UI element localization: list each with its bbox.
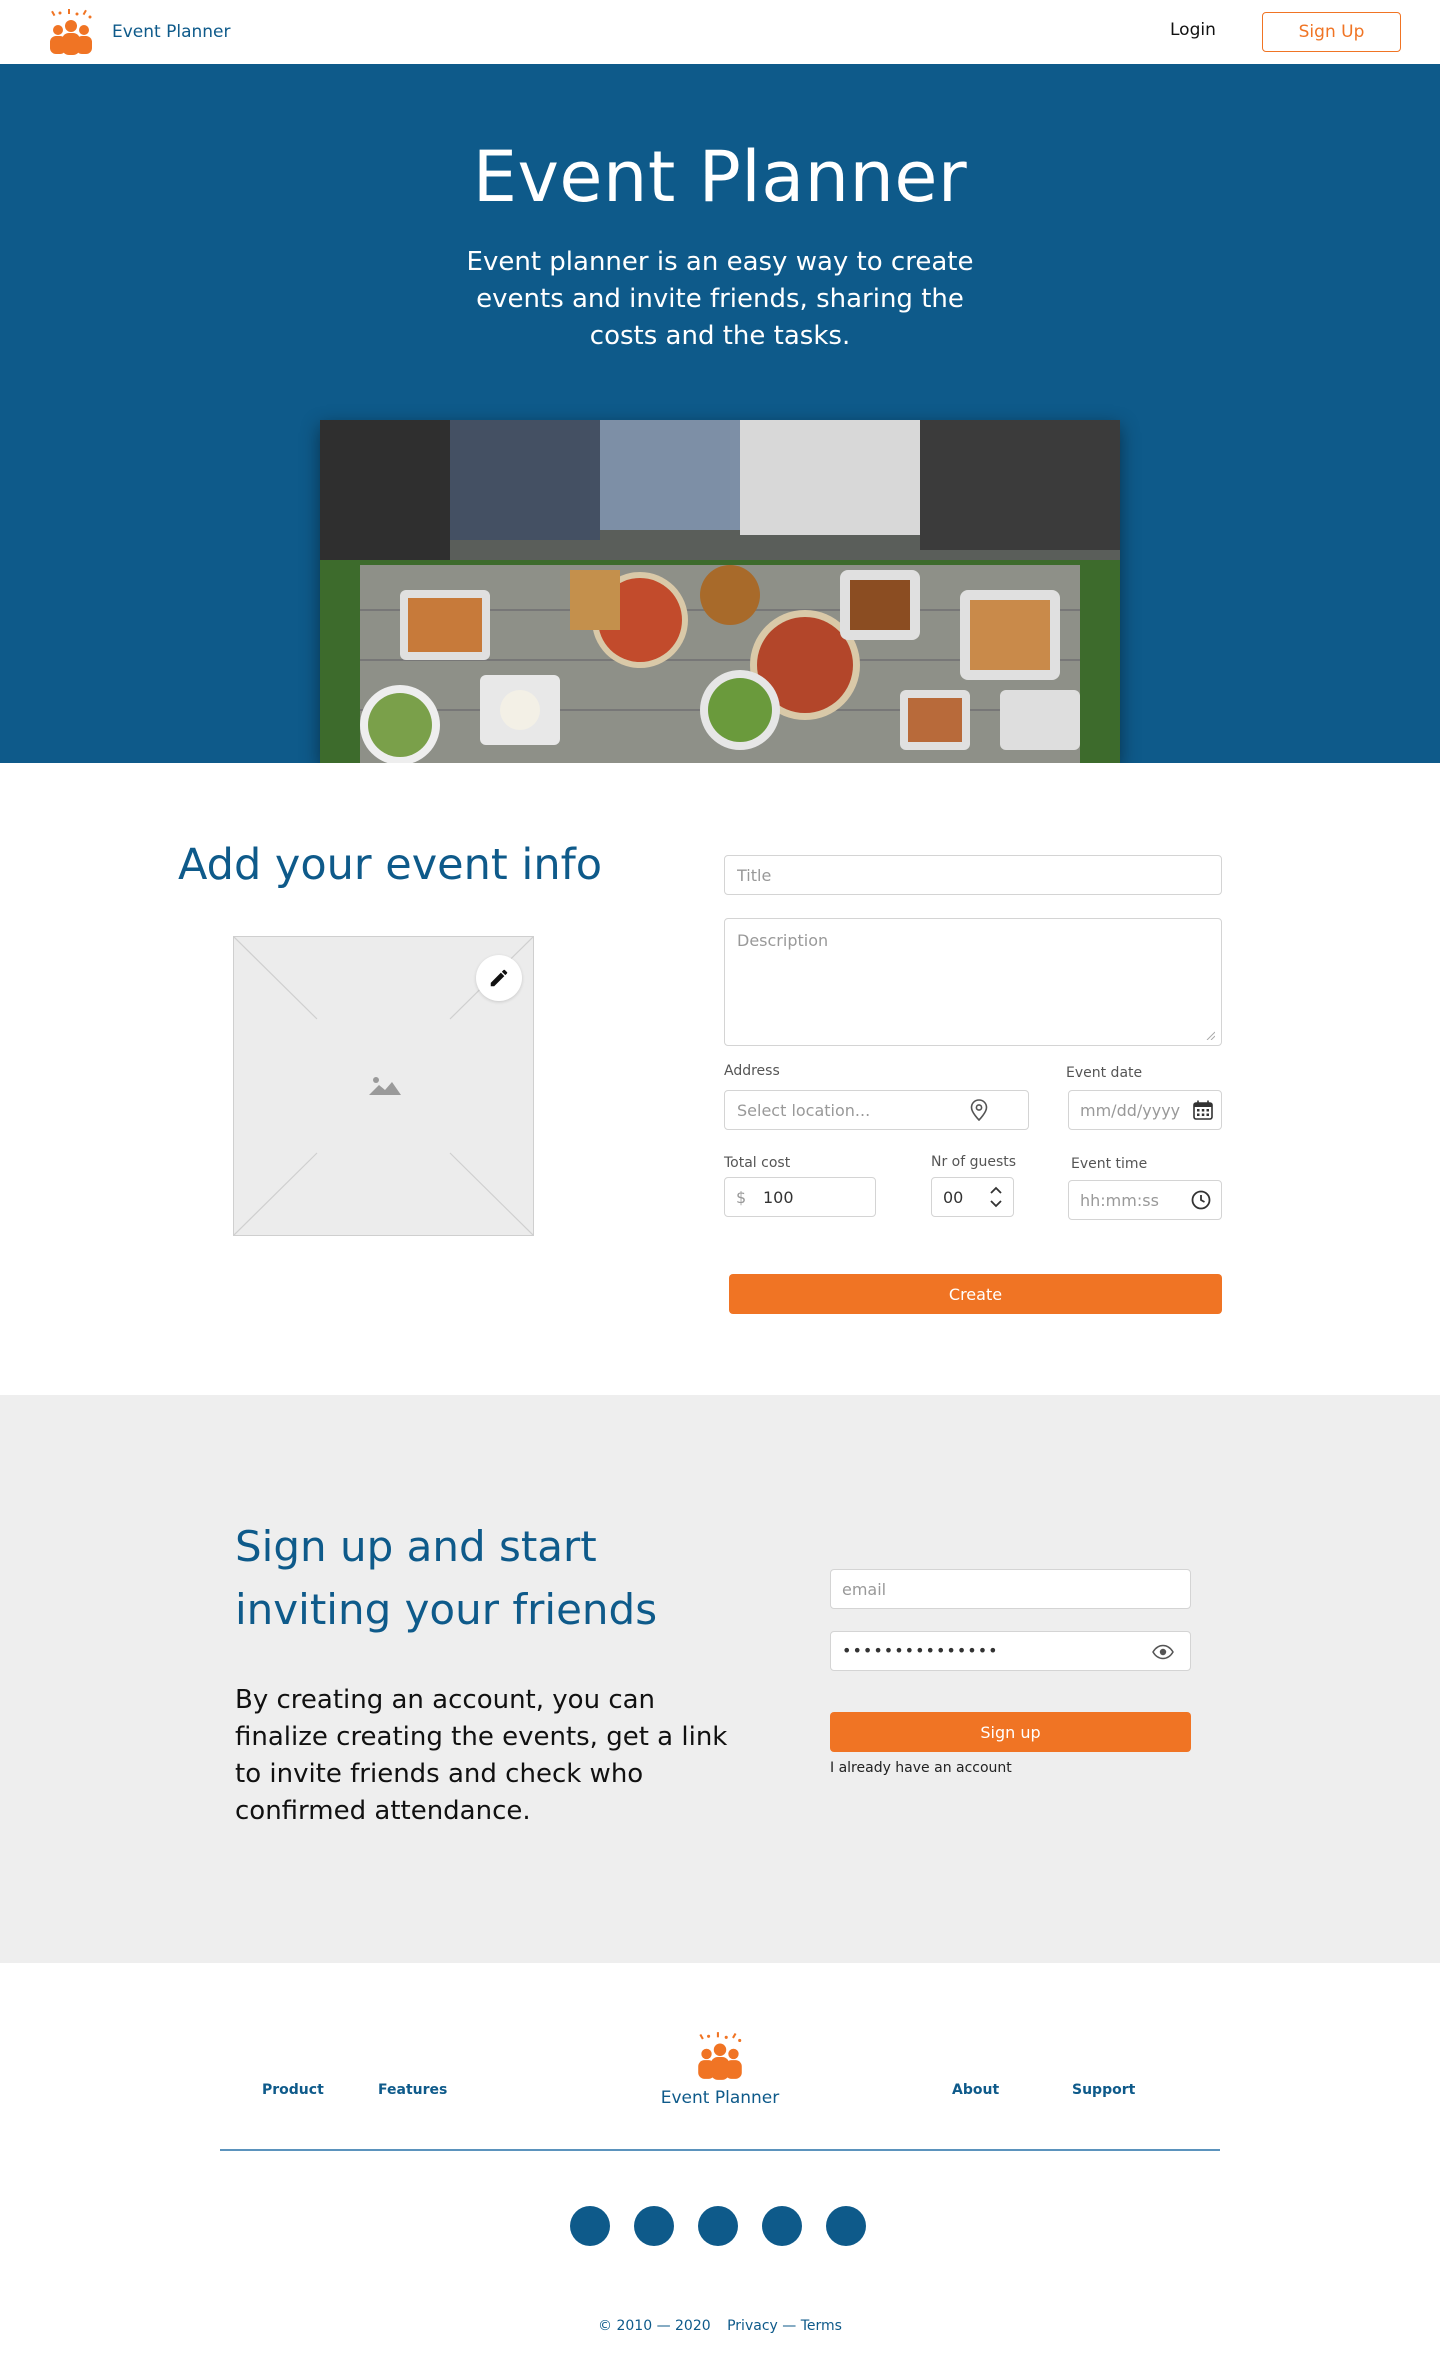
event-time-label: Event time [1071, 1156, 1148, 1172]
guests-label: Nr of guests [931, 1154, 1017, 1170]
social-links [570, 2206, 870, 2246]
social-icon[interactable] [570, 2206, 610, 2246]
event-form-heading: Add your event info [178, 840, 603, 890]
clock-icon[interactable] [1190, 1189, 1212, 1211]
logo-icon [50, 9, 92, 55]
password-input[interactable] [842, 1641, 1142, 1660]
title-input[interactable] [737, 866, 1207, 885]
signup-section: Sign up and start inviting your friends … [0, 1395, 1440, 1963]
address-field[interactable] [724, 1090, 1029, 1130]
edit-pencil-icon [490, 969, 508, 987]
edit-image-button[interactable] [476, 955, 522, 1001]
footer-logo-icon [698, 2032, 742, 2080]
guests-field[interactable] [931, 1177, 1014, 1217]
footer-link-product[interactable]: Product [262, 2082, 324, 2098]
event-image-placeholder[interactable] [233, 936, 534, 1236]
location-pin-icon[interactable] [969, 1099, 989, 1121]
hero-section: Event Planner Event planner is an easy w… [0, 64, 1440, 763]
resize-grip-icon[interactable] [1205, 1030, 1215, 1040]
signup-button[interactable]: Sign Up [1262, 12, 1401, 52]
total-cost-field[interactable]: $ [724, 1177, 876, 1217]
email-input[interactable] [842, 1580, 1172, 1599]
social-icon[interactable] [762, 2206, 802, 2246]
guests-input[interactable] [943, 1188, 983, 1207]
event-date-label: Event date [1066, 1065, 1143, 1081]
image-icon [369, 1077, 401, 1095]
password-field[interactable] [830, 1631, 1191, 1671]
stepper-icon[interactable] [987, 1183, 1005, 1211]
top-navigation: Event Planner Login Sign Up [0, 0, 1440, 64]
hero-description: Event planner is an easy way to create e… [466, 247, 974, 351]
event-date-field[interactable] [1068, 1090, 1222, 1130]
brand[interactable]: Event Planner [44, 4, 231, 60]
brand-name: Event Planner [112, 22, 231, 42]
footer-link-about[interactable]: About [952, 2082, 999, 2098]
footer-brand[interactable]: Event Planner [620, 2028, 820, 2108]
event-time-input[interactable] [1080, 1191, 1192, 1210]
footer-divider [220, 2149, 1220, 2151]
social-icon[interactable] [826, 2206, 866, 2246]
currency-symbol: $ [736, 1188, 747, 1207]
event-date-input[interactable] [1080, 1101, 1192, 1120]
description-input[interactable] [737, 931, 1207, 1031]
signup-heading: Sign up and start inviting your friends [235, 1522, 658, 1634]
calendar-icon[interactable] [1192, 1099, 1214, 1121]
footer-link-support[interactable]: Support [1072, 2082, 1135, 2098]
copyright-text: © 2010 — 2020 [598, 2318, 711, 2334]
hero-title: Event Planner [472, 136, 968, 218]
legal-links[interactable]: Privacy — Terms [727, 2318, 842, 2334]
email-field[interactable] [830, 1569, 1191, 1609]
footer-link-features[interactable]: Features [378, 2082, 447, 2098]
footer-brand-name: Event Planner [660, 2088, 780, 2108]
social-icon[interactable] [634, 2206, 674, 2246]
signup-description: By creating an account, you can finalize… [235, 1685, 728, 1826]
description-field[interactable] [724, 918, 1222, 1046]
copyright: © 2010 — 2020 Privacy — Terms [0, 2318, 1440, 2334]
eye-icon[interactable] [1152, 1644, 1174, 1660]
event-time-field[interactable] [1068, 1180, 1222, 1220]
address-label: Address [724, 1063, 780, 1079]
hero-image [320, 420, 1120, 763]
social-icon[interactable] [698, 2206, 738, 2246]
create-button[interactable]: Create [729, 1274, 1222, 1314]
total-cost-input[interactable] [763, 1188, 863, 1207]
login-link[interactable]: Login [1170, 20, 1216, 40]
signup-submit-button[interactable]: Sign up [830, 1712, 1191, 1752]
title-field[interactable] [724, 855, 1222, 895]
have-account-link[interactable]: I already have an account [830, 1760, 1012, 1776]
total-cost-label: Total cost [724, 1155, 791, 1171]
address-input[interactable] [737, 1101, 967, 1120]
